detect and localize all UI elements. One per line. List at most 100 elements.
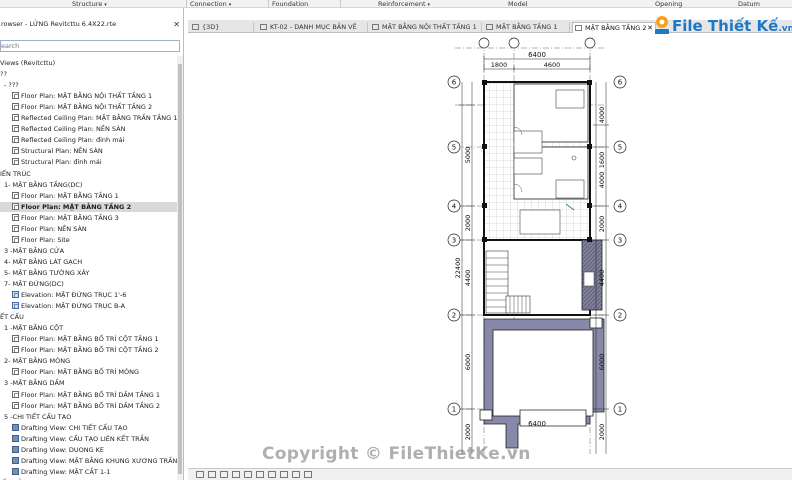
grid-bubble-right-4: 4	[618, 203, 623, 211]
close-icon[interactable]: ✕	[173, 19, 180, 30]
browser-view-item[interactable]: Floor Plan: MẶT BẰNG TẦNG 3	[0, 213, 178, 223]
show-crop-icon[interactable]	[268, 471, 276, 478]
chevron-down-icon: ▾	[228, 2, 232, 8]
floor-plan-icon	[12, 158, 19, 166]
floor-plan-icon	[12, 235, 19, 243]
scale-icon[interactable]	[196, 471, 204, 478]
tab-floor-plan-1[interactable]: MẶT BẰNG TẦNG 1	[484, 22, 570, 33]
building-lower	[479, 317, 605, 449]
browser-view-item[interactable]: Floor Plan: MẶT BẰNG BỐ TRÍ DẦM TẦNG 1	[0, 390, 178, 400]
tab-3d[interactable]: {3D}	[190, 22, 254, 33]
floor-plan-icon	[12, 125, 19, 133]
browser-view-item[interactable]: Structural Plan: đỉnh mái	[0, 157, 178, 167]
browser-group-item[interactable]: 1- MẶT BẰNG TẦNG(DC)	[0, 180, 178, 190]
left-dim-2: 2000	[464, 215, 472, 232]
tree-item-label: 2- MẶT BẰNG MÓNG	[4, 357, 71, 366]
tree-item-label: 7- MẶT ĐỨNG(DC)	[4, 280, 64, 288]
tree-item-label: Floor Plan: MẶT BẰNG BỐ TRÍ DẦM TẦNG 1	[21, 390, 161, 399]
tree-item-label: Floor Plan: MẶT BẰNG BỐ TRÍ MÓNG	[21, 368, 140, 377]
browser-view-item[interactable]: Elevation: MẶT ĐỨNG TRỤC B-A	[0, 301, 178, 311]
tree-item-label: ẾT CẤU	[0, 313, 24, 322]
sun-path-icon[interactable]	[232, 471, 240, 478]
reveal-hidden-icon[interactable]	[304, 471, 312, 478]
browser-search[interactable]	[0, 40, 180, 52]
browser-group-item[interactable]: 2- MẶT BẰNG MÓNG	[0, 356, 178, 366]
browser-group-item[interactable]: 5 -CHI TIẾT CẤU TẠO	[0, 412, 178, 422]
browser-view-item[interactable]: Structural Plan: NỀN SÀN	[0, 146, 178, 156]
browser-view-item[interactable]: Floor Plan: Site	[0, 235, 178, 245]
browser-group-item[interactable]: ẾT CẤU	[0, 312, 178, 322]
tree-item-label: ??	[0, 70, 7, 79]
floor-plan-icon	[12, 147, 19, 155]
browser-view-item[interactable]: Floor Plan: MẶT BẰNG NỘI THẤT TẦNG 2	[0, 102, 178, 112]
right-dim-2: 1600	[598, 152, 606, 169]
tree-item-label: Drafting View: CẤU TẠO LIÊN KẾT TRẦN	[21, 434, 150, 443]
left-total-dim: 22400	[454, 258, 462, 279]
browser-group-item[interactable]: 7- MẶT ĐỨNG(DC)	[0, 279, 178, 289]
browser-view-item[interactable]: Reflected Ceiling Plan: đỉnh mái	[0, 135, 178, 145]
browser-group-item[interactable]: - ???	[0, 80, 178, 90]
ribbon-tab-connection[interactable]: Connection ▾	[190, 0, 231, 9]
browser-group-item[interactable]: ??	[0, 69, 178, 79]
browser-scrollbar[interactable]	[177, 56, 183, 480]
detail-level-icon[interactable]	[208, 471, 216, 478]
tree-item-label: Structural Plan: NỀN SÀN	[21, 147, 103, 156]
tree-item-label: IẾN TRÚC	[0, 169, 31, 178]
browser-view-item[interactable]: Drafting View: CẤU TẠO LIÊN KẾT TRẦN	[0, 434, 178, 444]
browser-view-item[interactable]: Drafting View: MẶT BẰNG KHUNG XƯƠNG TRẦN	[0, 456, 178, 466]
shadows-icon[interactable]	[244, 471, 252, 478]
search-input[interactable]	[1, 41, 179, 51]
tree-item-label: Views (Revitcttu)	[0, 59, 56, 67]
crop-icon[interactable]	[256, 471, 264, 478]
right-dim-3: 4000	[598, 172, 606, 189]
ribbon-tab-opening[interactable]: Opening	[655, 0, 682, 8]
browser-group-item[interactable]: 3 -MẶT BẰNG CỬA	[0, 246, 178, 256]
browser-group-item[interactable]: 5- MẶT BẰNG TƯỜNG XÂY	[0, 268, 178, 278]
browser-view-item[interactable]: Reflected Ceiling Plan: NỀN SÀN	[0, 124, 178, 134]
browser-view-item[interactable]: Floor Plan: MẶT BẰNG NỘI THẤT TẦNG 1	[0, 91, 178, 101]
browser-view-item[interactable]: Floor Plan: MẶT BẰNG BỐ TRÍ MÓNG	[0, 367, 178, 377]
scrollbar-thumb[interactable]	[178, 64, 182, 474]
copyright-watermark: Copyright © FileThietKe.vn	[262, 444, 531, 464]
ribbon-tab-datum[interactable]: Datum	[738, 0, 760, 8]
browser-view-item[interactable]: Elevation: MẶT ĐỨNG TRỤC 1'-6	[0, 290, 178, 300]
browser-group-item[interactable]: 1 -MẶT BẰNG CỘT	[0, 323, 178, 333]
ribbon-tab-model[interactable]: Model	[508, 0, 528, 8]
grid-bubble-left-1: 1	[452, 406, 456, 414]
tree-item-label: Elevation: MẶT ĐỨNG TRỤC B-A	[21, 302, 126, 311]
tab-interior-plan-1[interactable]: MẶT BẰNG NỘI THẤT TẦNG 1	[370, 22, 482, 33]
grid-bubble-left-2: 2	[452, 312, 456, 320]
browser-group-item[interactable]: Views (Revitcttu)	[0, 58, 178, 68]
browser-view-item[interactable]: Drafting View: MẶT CẮT 1-1	[0, 467, 178, 477]
browser-group-item[interactable]: 3 -MẶT BẰNG DẦM	[0, 378, 178, 388]
view-control-bar	[188, 468, 792, 480]
hide-isolate-icon[interactable]	[292, 471, 300, 478]
tab-sheet[interactable]: KT-02 - DANH MỤC BẢN VẼ	[258, 22, 368, 33]
elevation-view-icon	[12, 291, 19, 299]
browser-view-item[interactable]: Floor Plan: MẶT BẰNG BỐ TRÍ CỘT TẦNG 1	[0, 334, 178, 344]
lock-icon[interactable]	[280, 471, 288, 478]
browser-view-item[interactable]: Floor Plan: MẶT BẰNG TẦNG 2	[0, 201, 178, 212]
floor-plan-icon	[12, 390, 19, 398]
ribbon-tab-foundation[interactable]: Foundation	[272, 0, 308, 8]
floor-plan-drawing[interactable]: 6400 1800 4600 6400 5000 2000 4400 6000 …	[188, 34, 792, 468]
ribbon-tab-reinforcement[interactable]: Reinforcement ▾	[378, 0, 430, 9]
drafting-view-icon	[12, 434, 19, 442]
tree-item-label: Drafting View: CHI TIẾT CẤU TẠO	[21, 423, 128, 432]
grid-bubble-left-6: 6	[452, 79, 457, 87]
browser-view-item[interactable]: Floor Plan: NỀN SÀN	[0, 224, 178, 234]
drawing-canvas[interactable]: 6400 1800 4600 6400 5000 2000 4400 6000 …	[188, 34, 792, 468]
tab-floor-plan-2[interactable]: MẶT BẰNG TẦNG 2 ✕	[572, 22, 656, 33]
floor-plan-icon	[12, 202, 19, 210]
browser-group-item[interactable]: IẾN TRÚC	[0, 169, 178, 179]
right-dim-4: 2000	[598, 216, 606, 233]
browser-view-item[interactable]: Floor Plan: MẶT BẰNG TẦNG 1	[0, 191, 178, 201]
grid-bubble-right-2: 2	[618, 312, 622, 320]
browser-view-item[interactable]: Reflected Ceiling Plan: MẶT BẰNG TRẦN TẦ…	[0, 113, 178, 123]
browser-view-item[interactable]: Drafting View: CHI TIẾT CẤU TẠO	[0, 423, 178, 433]
visual-style-icon[interactable]	[220, 471, 228, 478]
browser-group-item[interactable]: 4- MẶT BẰNG LÁT GẠCH	[0, 257, 178, 267]
browser-view-item[interactable]: Floor Plan: MẶT BẰNG BỐ TRÍ DẦM TẦNG 2	[0, 401, 178, 411]
browser-view-item[interactable]: Drafting View: DUONG KE	[0, 445, 178, 455]
browser-view-item[interactable]: Floor Plan: MẶT BẰNG BỐ TRÍ CỘT TẦNG 2	[0, 345, 178, 355]
